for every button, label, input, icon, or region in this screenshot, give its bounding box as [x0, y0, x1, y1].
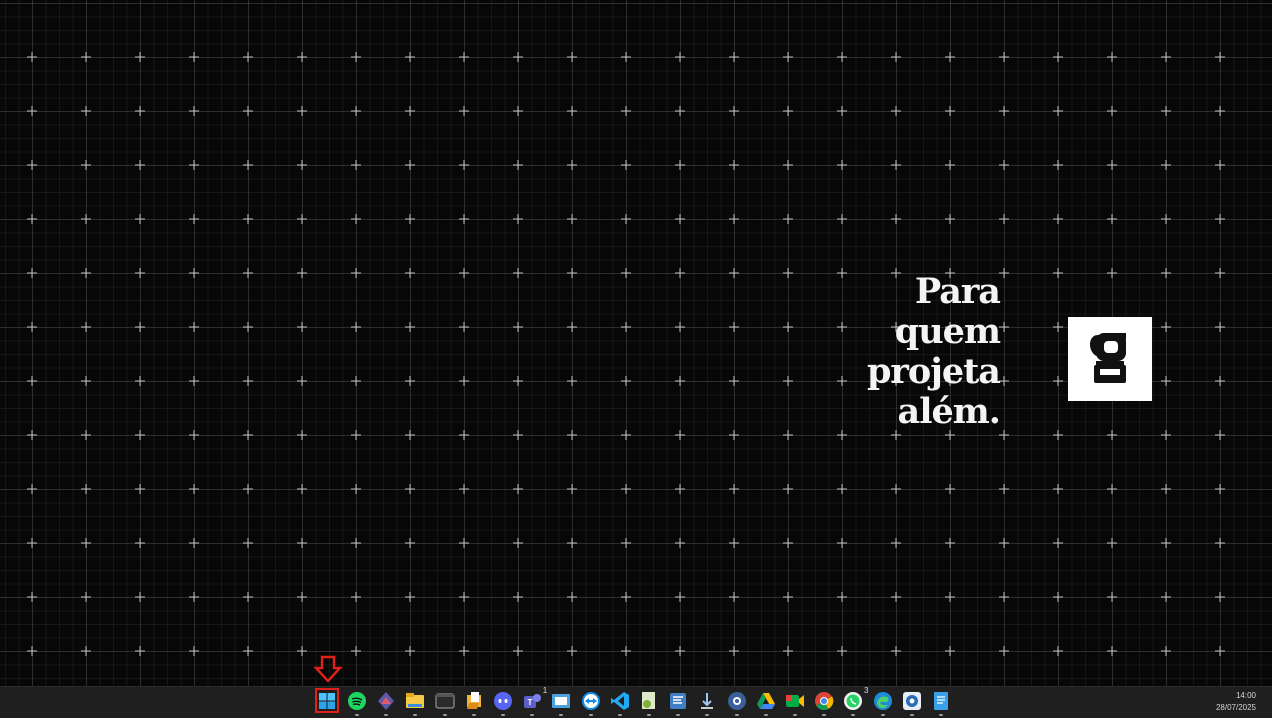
taskbar-app-chrome[interactable]	[812, 689, 836, 716]
taskbar-app-file-manager[interactable]	[462, 689, 486, 716]
file-explorer-icon	[406, 693, 425, 708]
taskbar-app-app[interactable]	[900, 689, 924, 716]
svg-text:T: T	[528, 698, 533, 707]
running-indicator	[355, 714, 359, 716]
taskbar-app-settings-app[interactable]	[725, 689, 749, 716]
taskbar-app-notepad-plus[interactable]	[637, 689, 661, 716]
teamviewer-icon	[581, 692, 600, 710]
whatsapp-icon	[844, 692, 863, 710]
tagline-line: além.	[897, 391, 1001, 432]
clock-time: 14:00	[1235, 691, 1256, 700]
arrow-down-icon	[313, 655, 343, 683]
taskbar-app-whatsapp[interactable]: 3	[841, 686, 869, 716]
screen-tool-icon	[552, 694, 571, 708]
notes-icon	[934, 692, 948, 710]
taskbar-app-text-editor[interactable]	[666, 689, 690, 716]
tagline-line: Para	[914, 271, 1001, 312]
tagline-line: quem	[894, 311, 1001, 352]
taskbar-app-terminal[interactable]	[433, 689, 457, 716]
discord-icon	[494, 692, 512, 710]
clock-date: 28/07/2025	[1215, 703, 1256, 712]
running-indicator	[647, 714, 651, 716]
taskbar-app-teams[interactable]: T1	[520, 686, 548, 716]
settings-app-icon	[727, 692, 746, 710]
running-indicator	[442, 714, 447, 716]
vscode-icon	[610, 692, 629, 710]
google-meet-icon	[786, 695, 804, 707]
taskbar-app-edge[interactable]	[871, 689, 895, 716]
download-icon	[701, 693, 714, 709]
terminal-icon	[435, 693, 455, 709]
app-icon	[902, 692, 921, 710]
vpn-icon	[378, 692, 395, 710]
windows-icon	[319, 693, 335, 709]
taskbar-app-spotify[interactable]	[345, 689, 369, 716]
running-indicator	[384, 714, 389, 716]
running-indicator	[939, 714, 943, 716]
notification-badge: 1	[542, 686, 548, 695]
taskbar	[0, 686, 1272, 718]
taskbar-app-download[interactable]	[695, 689, 719, 716]
running-indicator	[530, 714, 535, 716]
running-indicator	[880, 714, 885, 716]
brand-logo	[1068, 317, 1152, 401]
running-indicator	[793, 714, 797, 716]
running-indicator	[822, 714, 827, 716]
taskbar-app-teamviewer[interactable]	[579, 689, 603, 716]
teams-icon: T	[524, 694, 542, 708]
google-drive-icon	[756, 693, 775, 709]
notepad-plus-icon	[642, 692, 655, 709]
wallpaper-tagline: Para quem projeta além.	[820, 271, 1001, 432]
taskbar-app-file-explorer[interactable]	[403, 689, 427, 716]
taskbar-app-notes[interactable]	[929, 689, 953, 716]
desktop-wallpaper: Para quem projeta além.	[0, 0, 1272, 686]
spotify-icon	[348, 692, 366, 710]
running-indicator	[676, 714, 681, 716]
taskbar-app-vscode[interactable]	[608, 689, 632, 716]
taskbar-app-google-meet[interactable]	[783, 689, 807, 716]
system-clock[interactable]: 14:00 28/07/2025	[1216, 690, 1256, 714]
taskbar-app-screen-tool[interactable]	[549, 689, 573, 716]
logo-g-icon	[1090, 333, 1126, 383]
running-indicator	[734, 714, 739, 716]
running-indicator	[763, 714, 768, 716]
running-indicator	[501, 714, 505, 716]
taskbar-app-google-drive[interactable]	[754, 689, 778, 716]
running-indicator	[471, 714, 476, 716]
edge-icon	[873, 692, 892, 710]
file-manager-icon	[466, 692, 481, 709]
running-indicator	[588, 714, 593, 716]
running-indicator	[909, 714, 914, 716]
taskbar-app-vpn[interactable]	[374, 689, 398, 716]
taskbar-app-discord[interactable]	[491, 689, 515, 716]
text-editor-icon	[670, 693, 687, 709]
tagline-line: projeta	[866, 351, 1001, 392]
running-indicator	[617, 714, 622, 716]
notification-badge: 3	[863, 686, 869, 695]
chrome-icon	[815, 692, 834, 711]
start-button[interactable]	[315, 688, 339, 713]
